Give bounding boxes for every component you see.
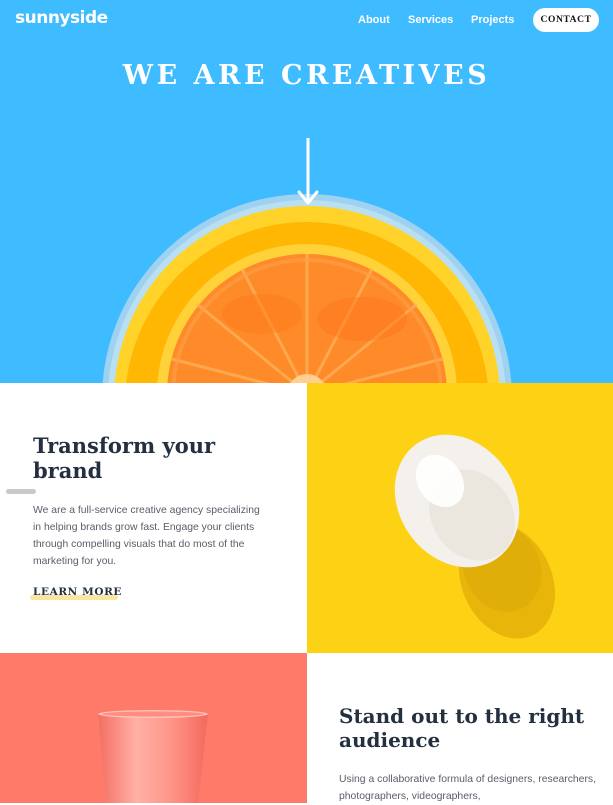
nav-link-projects[interactable]: Projects [471,14,514,26]
scroll-indicator[interactable] [6,489,36,494]
cup-image [98,710,208,803]
hero-section: sunnyside About Services Projects CONTAC… [0,0,613,383]
hero-title: WE ARE CREATIVES [122,60,491,91]
egg-image [394,434,556,639]
arrow-down-icon[interactable] [296,136,320,208]
learn-more-link[interactable]: LEARN MORE [33,586,122,598]
egg-image-panel [307,383,613,653]
nav-link-services[interactable]: Services [408,14,453,26]
contact-button[interactable]: CONTACT [533,8,599,32]
transform-heading: Transform your brand [33,433,216,483]
nav-link-about[interactable]: About [358,14,390,26]
standout-heading: Stand out to the right audience [339,704,585,752]
cup-image-panel [0,653,307,803]
orange-glass-image [102,194,512,383]
standout-body: Using a collaborative formula of designe… [339,774,597,802]
transform-body: We are a full-service creative agency sp… [33,505,260,567]
logo[interactable]: sunnyside [15,8,108,28]
